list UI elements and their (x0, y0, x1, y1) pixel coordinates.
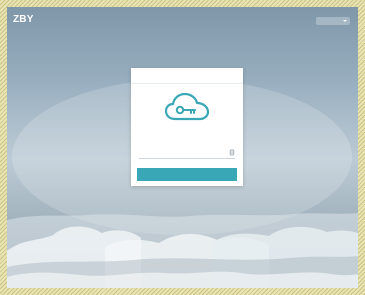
login-page: ZBY (7, 7, 358, 288)
password-field (139, 148, 235, 159)
language-selector[interactable] (316, 17, 350, 25)
chevron-down-icon (343, 20, 347, 22)
login-button[interactable] (137, 168, 237, 181)
brand-logo: ZBY (13, 14, 34, 25)
cloud-front-wisps (7, 271, 358, 288)
login-card (131, 68, 243, 186)
top-bar: ZBY (7, 7, 358, 33)
cloud-icon-shape (165, 93, 209, 121)
cloud-key-icon (165, 93, 209, 121)
eye-icon[interactable] (229, 149, 235, 156)
key-icon-shaft (182, 109, 196, 114)
password-input[interactable] (139, 148, 225, 158)
login-card-header (131, 68, 243, 84)
screenshot-frame: ZBY (0, 0, 365, 295)
